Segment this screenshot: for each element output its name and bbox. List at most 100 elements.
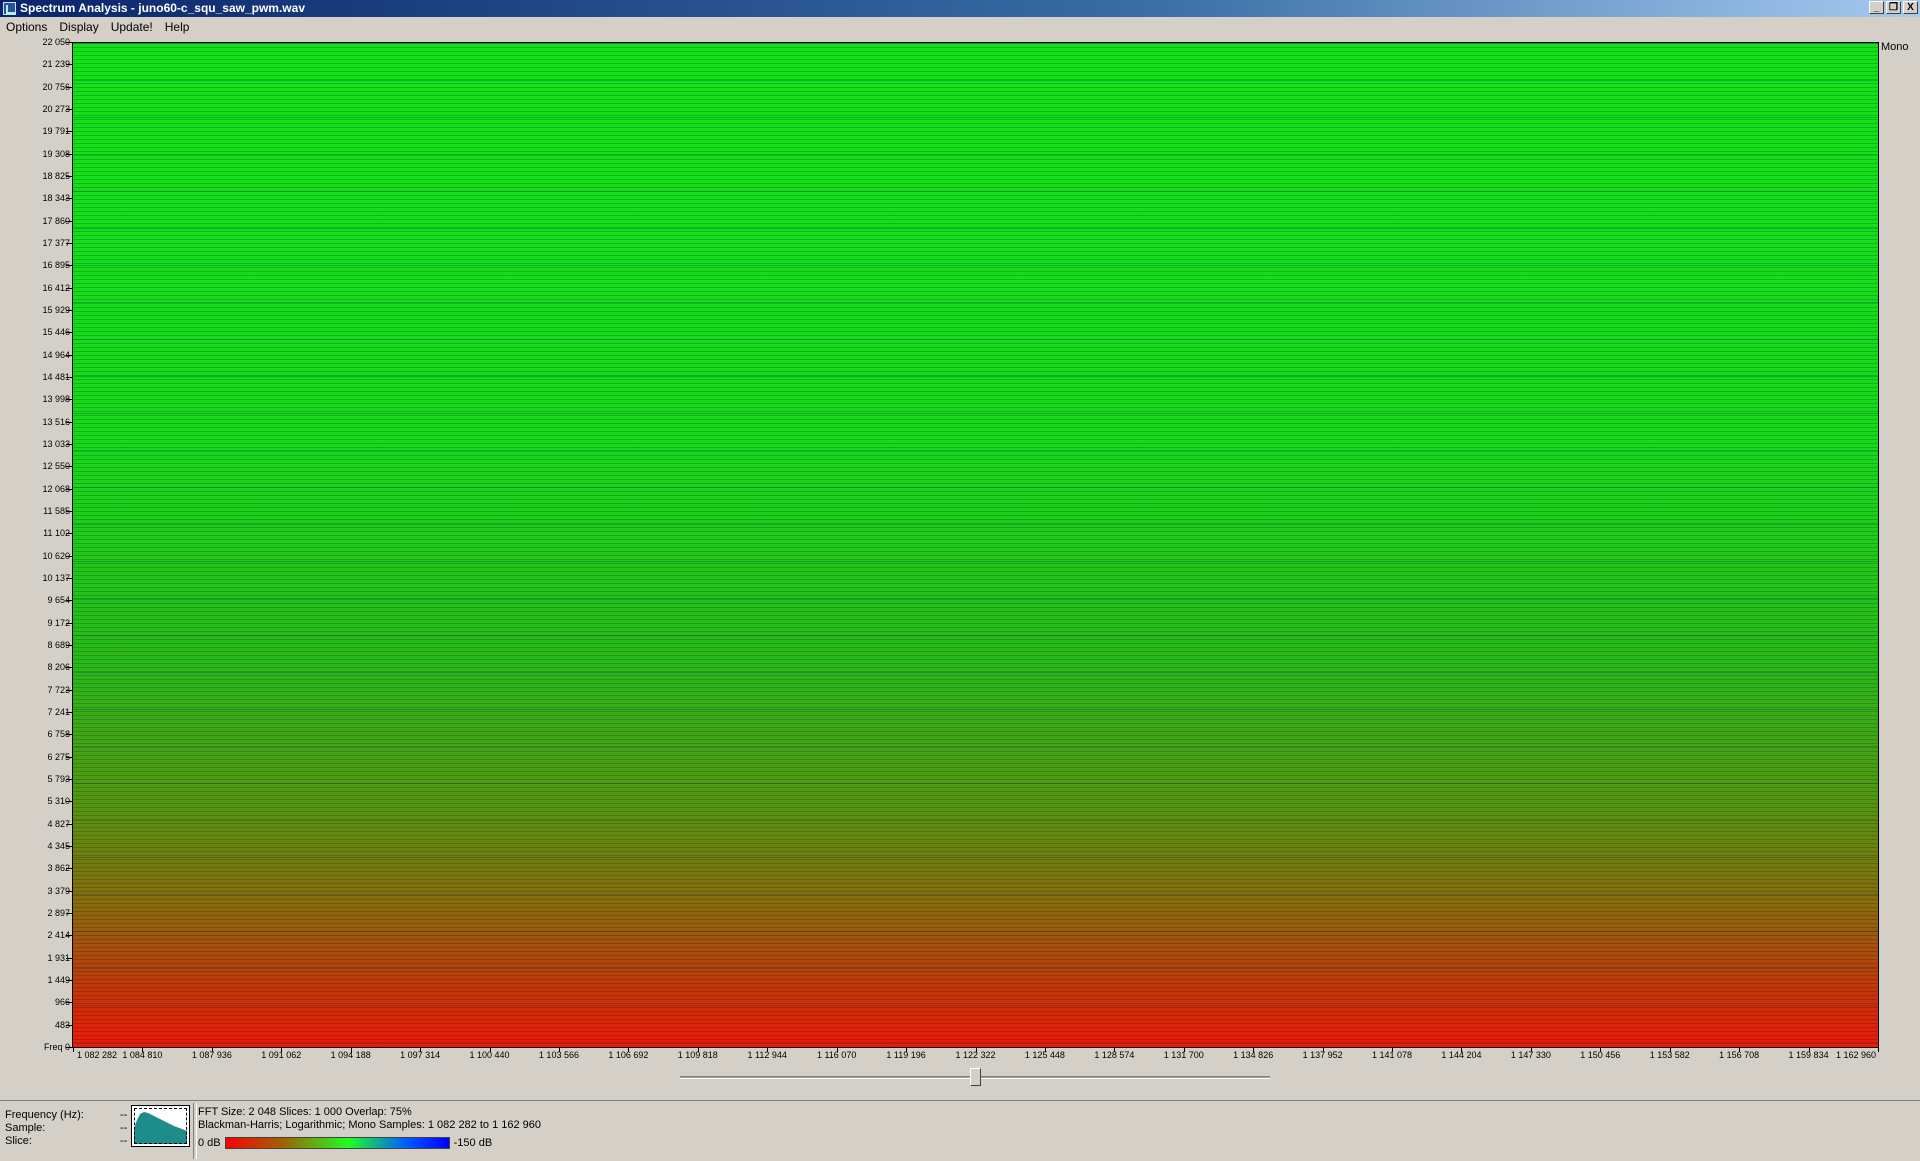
sample-value: -- [120, 1122, 128, 1134]
y-tick-mark [66, 377, 72, 378]
window-controls: _ ❐ X [1869, 1, 1918, 14]
y-tick-mark [66, 823, 72, 825]
menu-help[interactable]: Help [159, 17, 196, 37]
y-tick-mark [66, 153, 72, 155]
y-tick-mark [66, 980, 72, 981]
y-tick-mark [66, 578, 72, 579]
x-tick-mark [211, 1048, 213, 1052]
spectrum-thumbnail[interactable] [131, 1105, 190, 1147]
y-tick-mark [66, 1024, 72, 1026]
y-tick-mark [66, 1002, 72, 1004]
x-tick-mark [142, 1048, 144, 1052]
y-tick-mark [66, 734, 72, 736]
x-tick-mark [1669, 1048, 1671, 1052]
y-tick-mark [66, 332, 72, 334]
y-tick-mark [66, 109, 72, 110]
info-values: -- -- -- [120, 1109, 127, 1148]
x-tick-mark [1183, 1048, 1185, 1052]
frequency-label: Frequency (Hz): [5, 1109, 84, 1121]
x-tick-mark [281, 1048, 283, 1052]
y-tick-mark [66, 399, 72, 401]
x-tick-mark [1114, 1048, 1116, 1052]
y-tick-mark [66, 846, 72, 847]
y-tick-mark [66, 890, 72, 892]
x-tick-mark [697, 1048, 699, 1052]
x-tick-mark [1878, 1048, 1879, 1052]
x-tick-label: 1 082 282 [76, 1050, 118, 1060]
y-tick-mark [66, 689, 72, 691]
spectrogram-bands [73, 43, 1878, 1047]
legend-color-bar [224, 1137, 450, 1149]
legend-max-label: -150 dB [453, 1137, 493, 1149]
minimize-button[interactable]: _ [1869, 1, 1884, 14]
spectrogram[interactable] [72, 42, 1879, 1048]
y-tick-mark [66, 868, 72, 870]
y-tick-mark [66, 64, 72, 66]
menu-options[interactable]: Options [0, 17, 53, 37]
x-tick-mark [975, 1048, 977, 1052]
y-tick-mark [66, 220, 72, 222]
y-tick-mark [66, 667, 72, 669]
y-tick-mark [66, 913, 72, 914]
close-button[interactable]: X [1903, 1, 1918, 14]
x-tick-mark [1322, 1048, 1324, 1052]
y-tick-mark [66, 957, 72, 959]
y-tick-mark [66, 801, 72, 803]
x-tick-mark [1461, 1048, 1463, 1052]
x-tick-mark [1392, 1048, 1394, 1052]
x-tick-mark [1253, 1048, 1255, 1052]
menu-update[interactable]: Update! [105, 17, 159, 37]
x-tick-mark [906, 1048, 908, 1052]
x-tick-mark [1044, 1048, 1046, 1052]
analysis-params: FFT Size: 2 048 Slices: 1 000 Overlap: 7… [198, 1106, 541, 1132]
y-tick-mark [66, 265, 72, 267]
y-tick-mark [66, 310, 72, 311]
params-line-1: FFT Size: 2 048 Slices: 1 000 Overlap: 7… [198, 1106, 412, 1118]
restore-button[interactable]: ❐ [1886, 1, 1901, 14]
x-tick-mark [420, 1048, 422, 1052]
y-tick-mark [66, 354, 72, 356]
y-tick-mark [66, 243, 72, 244]
y-tick-mark [66, 533, 72, 535]
frequency-value: -- [120, 1109, 128, 1121]
menu-display[interactable]: Display [53, 17, 104, 37]
slice-value: -- [120, 1135, 128, 1147]
slice-label: Slice: [5, 1135, 32, 1147]
thumbnail-frame [134, 1108, 187, 1144]
x-tick-mark [350, 1048, 352, 1052]
title-bar: Spectrum Analysis - juno60-c_squ_saw_pwm… [0, 0, 1920, 17]
spectrum-app-icon [3, 2, 16, 15]
y-tick-mark [66, 176, 72, 177]
plot-area: 22 050 21 239 20 756 20 273 19 791 19 308 18 8… [0, 37, 1920, 1097]
x-tick-mark [628, 1048, 630, 1052]
y-tick-mark [66, 421, 72, 423]
y-tick-mark [66, 1047, 72, 1048]
status-divider [193, 1103, 197, 1159]
y-tick-mark [66, 131, 72, 133]
sample-label: Sample: [5, 1122, 46, 1134]
db-legend: 0 dB -150 dB [198, 1137, 492, 1149]
params-line-2: Blackman-Harris; Logarithmic; Mono Sampl… [198, 1119, 542, 1131]
legend-min-label: 0 dB [198, 1137, 221, 1149]
y-tick-mark [66, 511, 72, 512]
slice-slider-thumb[interactable] [970, 1068, 981, 1086]
y-tick-mark [66, 444, 72, 445]
y-tick-mark [66, 600, 72, 602]
x-tick-mark [1739, 1048, 1741, 1052]
x-tick-mark [558, 1048, 560, 1052]
y-tick-mark [66, 779, 72, 780]
status-panel: Frequency (Hz): Sample: Slice: -- -- -- … [0, 1100, 1920, 1161]
x-tick-mark [1600, 1048, 1602, 1052]
y-tick-mark [66, 756, 72, 758]
y-tick-mark [66, 86, 72, 88]
x-tick-mark [1808, 1048, 1810, 1052]
y-tick-mark [66, 488, 72, 490]
y-tick-mark [66, 42, 72, 43]
y-tick-mark [66, 198, 72, 200]
menu-bar: Options Display Update! Help [0, 17, 1920, 37]
y-tick-mark [66, 466, 72, 468]
window-title: Spectrum Analysis - juno60-c_squ_saw_pwm… [20, 1, 305, 15]
y-tick-mark [66, 935, 72, 937]
x-tick-label: 1 162 960 [1835, 1050, 1877, 1060]
x-tick-mark [73, 1048, 74, 1052]
